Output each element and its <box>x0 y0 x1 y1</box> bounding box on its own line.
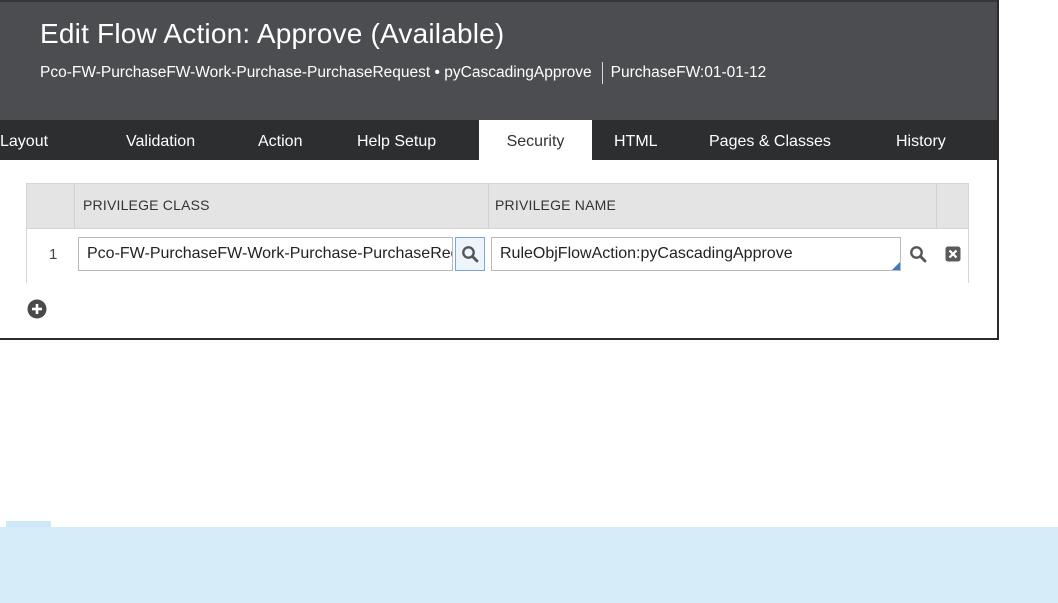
privilege-name-lookup-button[interactable] <box>903 237 933 271</box>
privilege-name-value: RuleObjFlowAction:pyCascadingApprove <box>500 245 793 262</box>
tab-layout[interactable]: Layout <box>0 120 48 160</box>
autocomplete-indicator <box>892 262 900 270</box>
tab-html[interactable]: HTML <box>614 120 658 160</box>
tab-action[interactable]: Action <box>258 120 302 160</box>
rule-subtitle: Pco-FW-PurchaseFW-Work-Purchase-Purchase… <box>40 62 766 84</box>
flow-action-editor: Edit Flow Action: Approve (Available) Pc… <box>0 0 999 340</box>
tab-security[interactable]: Security <box>479 120 592 160</box>
tab-pages-classes[interactable]: Pages & Classes <box>709 120 831 160</box>
search-icon <box>462 246 479 263</box>
tab-validation[interactable]: Validation <box>126 120 195 160</box>
delete-row-button[interactable] <box>940 237 966 271</box>
tab-help-setup[interactable]: Help Setup <box>357 120 436 160</box>
divider <box>601 62 603 84</box>
add-row-button[interactable] <box>27 299 47 319</box>
column-header-privilege-name: PRIVILEGE NAME <box>495 197 617 213</box>
ruleset-version: PurchaseFW:01-01-12 <box>610 64 767 82</box>
privilege-class-lookup-button[interactable] <box>455 237 485 271</box>
privileges-table: PRIVILEGE CLASS PRIVILEGE NAME 1 Pco-FW-… <box>26 183 969 283</box>
row-number: 1 <box>49 246 58 263</box>
table-header: PRIVILEGE CLASS PRIVILEGE NAME <box>27 184 968 228</box>
plus-circle-icon <box>27 299 47 319</box>
search-icon <box>910 246 927 263</box>
rule-name: pyCascadingApprove <box>444 64 592 82</box>
footer-bar <box>0 527 1058 603</box>
bullet-separator: • <box>434 64 440 82</box>
tab-bar: Layout Validation Action Help Setup Secu… <box>0 120 997 160</box>
privilege-class-input[interactable]: Pco-FW-PurchaseFW-Work-Purchase-Purchase… <box>78 237 453 271</box>
column-header-privilege-class: PRIVILEGE CLASS <box>83 197 210 213</box>
privilege-name-input[interactable]: RuleObjFlowAction:pyCascadingApprove <box>491 237 901 271</box>
tab-history[interactable]: History <box>896 120 946 160</box>
close-box-icon <box>945 246 961 262</box>
rule-class-name: Pco-FW-PurchaseFW-Work-Purchase-Purchase… <box>40 64 431 82</box>
rule-header: Edit Flow Action: Approve (Available) Pc… <box>0 0 997 120</box>
page-title: Edit Flow Action: Approve (Available) <box>40 18 505 49</box>
table-row: 1 Pco-FW-PurchaseFW-Work-Purchase-Purcha… <box>27 228 968 283</box>
